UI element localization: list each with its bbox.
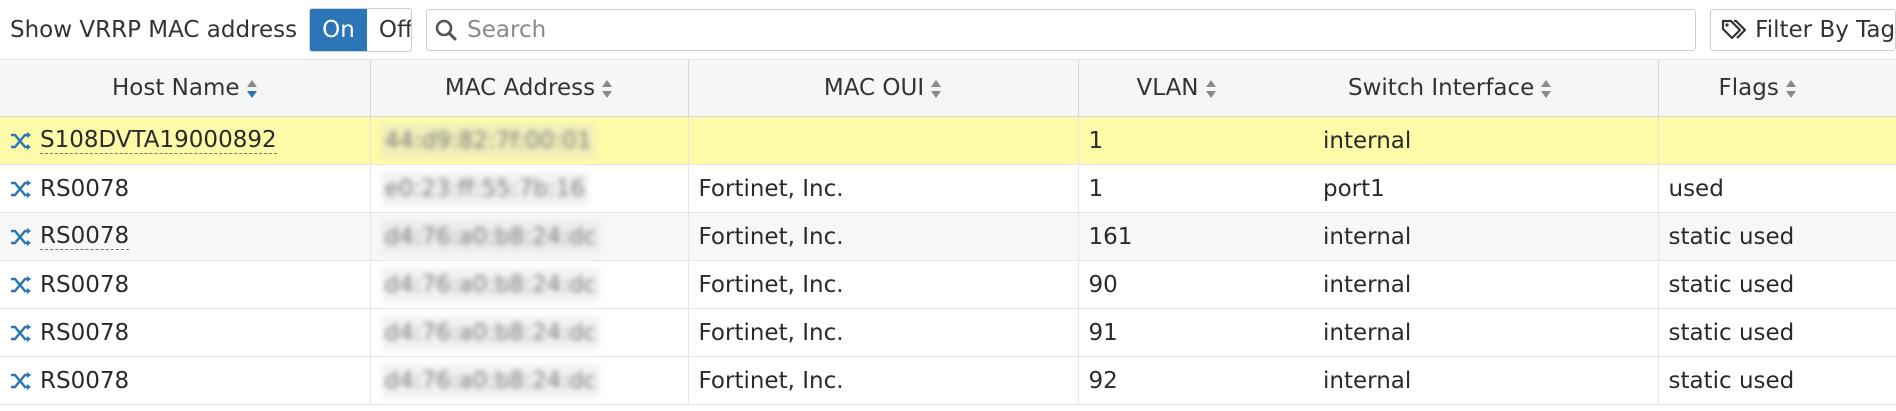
flags-cell: static used [1658,212,1896,261]
mac-address-value: e0:23:ff:55:7b:16 [380,171,589,206]
sort-icon [1205,79,1216,98]
switch-icon [11,227,31,246]
table-header-row: Host Name MAC Address MAC OUI VLAN Switc… [0,60,1896,117]
mac-address-cell: e0:23:ff:55:7b:16 [370,164,689,213]
vlan-cell: 161 [1078,212,1313,261]
switch-interface-cell: internal [1313,308,1659,357]
column-header-vlan[interactable]: VLAN [1078,60,1313,117]
host-name-cell: RS0078 [0,260,371,309]
sort-icon [931,79,942,98]
flags-cell: static used [1658,308,1896,357]
switch-icon [11,131,31,150]
sort-icon [246,79,257,98]
column-header-mac-oui[interactable]: MAC OUI [688,60,1079,117]
toolbar: Show VRRP MAC address On Off Filter By T… [0,0,1896,60]
table-row[interactable]: S108DVTA19000892 44:d9:82:7f:00:01 1 int… [0,116,1896,165]
search-box[interactable] [426,8,1697,51]
vlan-cell: 1 [1078,164,1313,213]
filter-by-tags-label: Filter By Tags [1755,16,1896,43]
mac-oui-cell: Fortinet, Inc. [688,260,1079,309]
switch-interface-cell: internal [1313,260,1659,309]
mac-oui-cell [688,116,1079,165]
filter-by-tags-button[interactable]: Filter By Tags [1710,8,1896,51]
switch-icon [11,179,31,198]
switch-icon [11,275,31,294]
vrrp-label: Show VRRP MAC address [10,16,298,43]
mac-address-value: 44:d9:82:7f:00:01 [380,123,596,158]
vlan-cell: 92 [1078,356,1313,405]
mac-address-table: Host Name MAC Address MAC OUI VLAN Switc… [0,60,1896,405]
table-row[interactable]: RS0078 e0:23:ff:55:7b:16 Fortinet, Inc. … [0,164,1896,213]
flags-cell: used [1658,164,1896,213]
host-name-cell: RS0078 [0,164,371,213]
flags-cell: static used [1658,260,1896,309]
table-row[interactable]: RS0078 d4:76:a0:b8:24:dc Fortinet, Inc. … [0,308,1896,357]
switch-interface-cell: internal [1313,212,1659,261]
flags-cell: static used [1658,356,1896,405]
switch-icon [11,371,31,390]
host-name-cell: S108DVTA19000892 [0,116,371,165]
column-header-switch-interface[interactable]: Switch Interface [1313,60,1659,117]
host-name-link[interactable]: RS0078 [40,223,130,250]
host-name-text: RS0078 [40,175,130,202]
host-name-text: RS0078 [40,367,130,394]
host-name-link[interactable]: S108DVTA19000892 [40,127,277,154]
mac-address-value: d4:76:a0:b8:24:dc [380,267,601,302]
mac-address-cell: d4:76:a0:b8:24:dc [370,308,689,357]
mac-address-value: d4:76:a0:b8:24:dc [380,219,601,254]
mac-address-value: d4:76:a0:b8:24:dc [380,363,601,398]
mac-address-cell: d4:76:a0:b8:24:dc [370,212,689,261]
sort-icon [1785,79,1796,98]
table-row[interactable]: RS0078 d4:76:a0:b8:24:dc Fortinet, Inc. … [0,212,1896,261]
host-name-cell: RS0078 [0,212,371,261]
switch-interface-cell: internal [1313,116,1659,165]
mac-address-value: d4:76:a0:b8:24:dc [380,315,601,350]
switch-interface-cell: internal [1313,356,1659,405]
vlan-cell: 1 [1078,116,1313,165]
host-name-text: RS0078 [40,319,130,346]
column-header-mac-address[interactable]: MAC Address [370,60,689,117]
table-row[interactable]: RS0078 d4:76:a0:b8:24:dc Fortinet, Inc. … [0,260,1896,309]
switch-interface-cell: port1 [1313,164,1659,213]
mac-oui-cell: Fortinet, Inc. [688,308,1079,357]
tags-icon [1722,19,1747,39]
sort-icon [602,79,613,98]
switch-icon [11,323,31,342]
search-input[interactable] [465,15,1696,44]
column-header-host-name[interactable]: Host Name [0,60,371,117]
toggle-off-button[interactable]: Off [366,8,412,51]
toggle-on-button[interactable]: On [310,8,367,51]
mac-oui-cell: Fortinet, Inc. [688,356,1079,405]
mac-address-cell: 44:d9:82:7f:00:01 [370,116,689,165]
flags-cell [1658,116,1896,165]
table-row[interactable]: RS0078 d4:76:a0:b8:24:dc Fortinet, Inc. … [0,356,1896,405]
host-name-cell: RS0078 [0,308,371,357]
search-icon [435,19,457,40]
vrrp-toggle: On Off [309,7,413,52]
vlan-cell: 90 [1078,260,1313,309]
host-name-text: RS0078 [40,271,130,298]
sort-icon [1541,79,1552,98]
host-name-cell: RS0078 [0,356,371,405]
mac-address-cell: d4:76:a0:b8:24:dc [370,260,689,309]
mac-oui-cell: Fortinet, Inc. [688,164,1079,213]
mac-oui-cell: Fortinet, Inc. [688,212,1079,261]
mac-address-cell: d4:76:a0:b8:24:dc [370,356,689,405]
vlan-cell: 91 [1078,308,1313,357]
column-header-flags[interactable]: Flags [1658,60,1896,117]
